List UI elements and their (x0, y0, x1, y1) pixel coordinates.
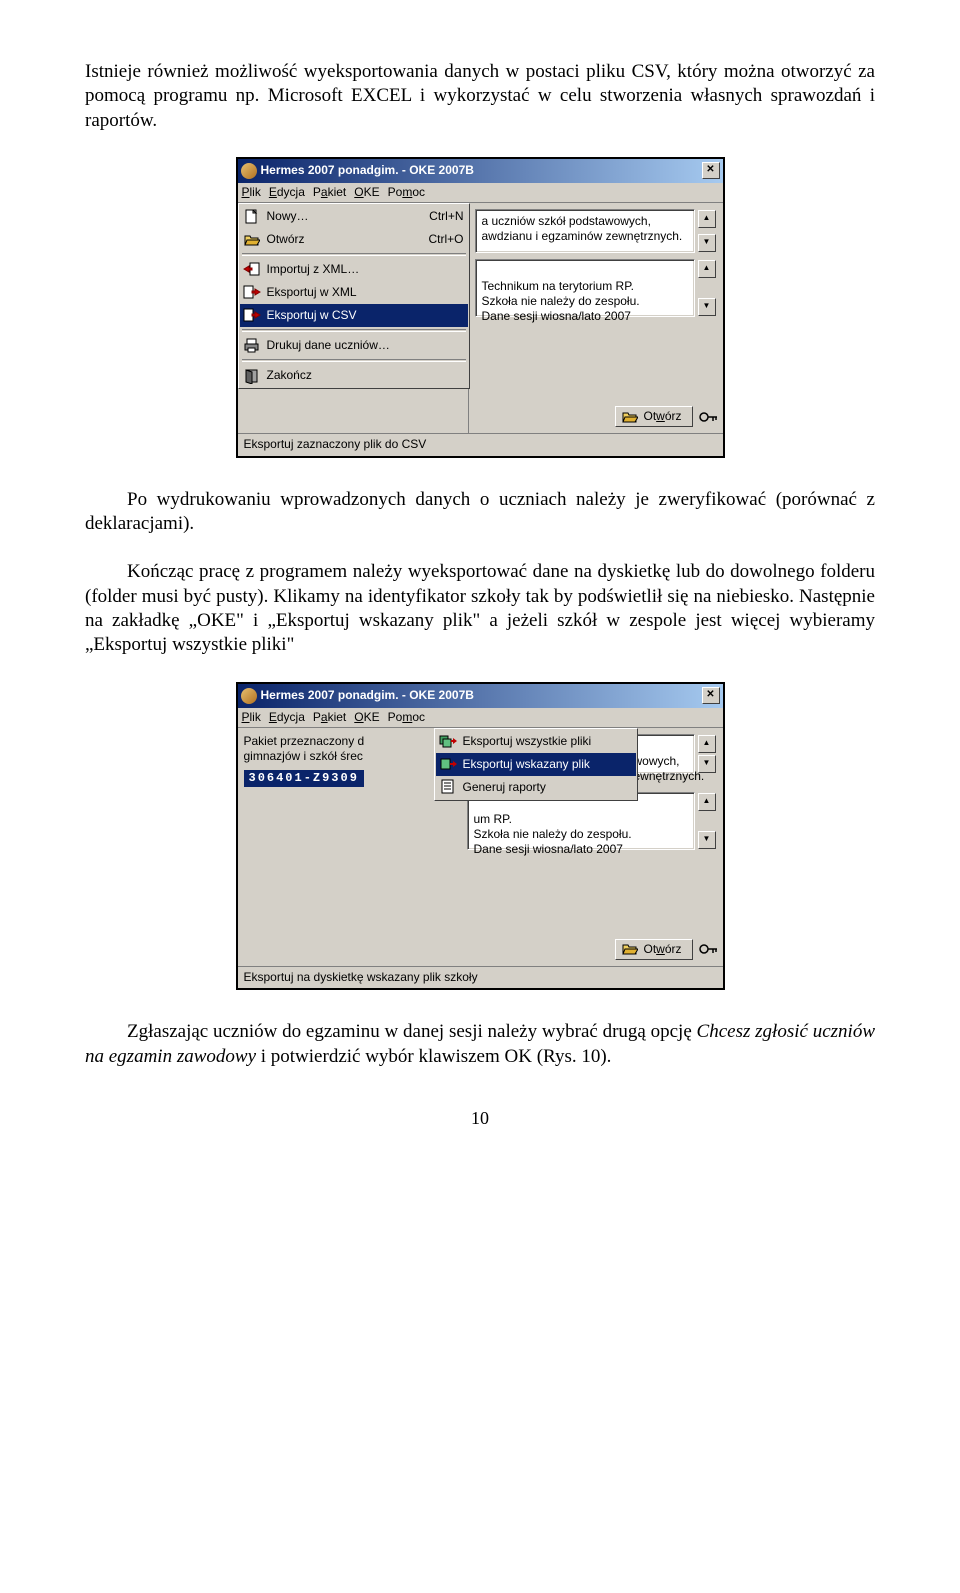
paragraph-2: Po wydrukowaniu wprowadzonych danych o u… (85, 488, 875, 537)
report-icon (439, 779, 457, 796)
page-number: 10 (85, 1107, 875, 1130)
menu-item-export-one[interactable]: Eksportuj wskazany plik (436, 753, 636, 776)
menu-separator (242, 253, 466, 256)
school-id-selected[interactable]: 306401-Z9309 (244, 770, 364, 787)
status-bar: Eksportuj zaznaczony plik do CSV (238, 433, 723, 455)
close-icon[interactable]: ✕ (702, 162, 720, 179)
titlebar: Hermes 2007 ponadgim. - OKE 2007B ✕ (238, 159, 723, 183)
print-icon (243, 337, 261, 354)
menu-item-open[interactable]: Otwórz Ctrl+O (240, 228, 468, 251)
status-bar: Eksportuj na dyskietkę wskazany plik szk… (238, 966, 723, 988)
paragraph-4: Zgłaszając uczniów do egzaminu w danej s… (85, 1020, 875, 1069)
export-one-icon (439, 756, 457, 773)
open-icon (243, 231, 261, 248)
window-title: Hermes 2007 ponadgim. - OKE 2007B (261, 688, 702, 703)
menu-edycja[interactable]: Edycja (269, 185, 305, 200)
exit-icon (243, 367, 261, 384)
scroll-up-icon[interactable]: ▲ (698, 210, 716, 228)
open-button[interactable]: Otwórz (615, 939, 692, 960)
info-text: um RP. Szkoła nie należy do zespołu. Dan… (474, 812, 632, 856)
menu-pomoc[interactable]: Pomoc (388, 185, 425, 200)
menu-item-label: Nowy… (267, 209, 424, 224)
menu-item-label: Drukuj dane uczniów… (267, 338, 464, 353)
open-icon (622, 410, 638, 424)
menu-plik[interactable]: Plik (242, 710, 261, 725)
import-xml-icon (243, 261, 261, 278)
file-dropdown-menu: Nowy… Ctrl+N Otwórz Ctrl+O Importuj z XM… (238, 203, 470, 389)
key-icon[interactable] (699, 409, 717, 425)
menu-oke[interactable]: OKE (354, 710, 379, 725)
key-icon[interactable] (699, 941, 717, 957)
export-all-icon (439, 733, 457, 750)
menu-item-label: Importuj z XML… (267, 262, 464, 277)
scroll-down-icon[interactable]: ▼ (698, 298, 716, 316)
menu-item-export-xml[interactable]: Eksportuj w XML (240, 281, 468, 304)
export-csv-icon (243, 307, 261, 324)
info-text: Technikum na terytorium RP. Szkoła nie n… (482, 279, 640, 323)
new-icon (243, 208, 261, 225)
screenshot-window-1: Hermes 2007 ponadgim. - OKE 2007B ✕ Plik… (236, 157, 725, 458)
menu-item-print[interactable]: Drukuj dane uczniów… (240, 334, 468, 357)
menu-pakiet[interactable]: Pakiet (313, 185, 346, 200)
info-text: wowych, ewnętrznych. (634, 754, 705, 783)
menubar: Plik Edycja Pakiet OKE Pomoc (238, 183, 723, 203)
menu-pomoc[interactable]: Pomoc (388, 710, 425, 725)
menu-item-hotkey: Ctrl+N (429, 209, 463, 224)
scroll-down-icon[interactable]: ▼ (698, 755, 716, 773)
menu-plik[interactable]: Plik (242, 185, 261, 200)
screenshot-window-2: Hermes 2007 ponadgim. - OKE 2007B ✕ Plik… (236, 682, 725, 991)
open-icon (622, 942, 638, 956)
menu-item-generate-reports[interactable]: Generuj raporty (436, 776, 636, 799)
scroll-up-icon[interactable]: ▲ (698, 260, 716, 278)
menu-item-exit[interactable]: Zakończ (240, 364, 468, 387)
menu-item-label: Eksportuj w CSV (267, 308, 464, 323)
menubar: Plik Edycja Pakiet OKE Pomoc (238, 708, 723, 728)
paragraph-3: Kończąc pracę z programem należy wyekspo… (85, 560, 875, 657)
menu-item-hotkey: Ctrl+O (428, 232, 463, 247)
info-text: a uczniów szkół podstawowych, awdzianu i… (482, 214, 683, 243)
menu-separator (242, 359, 466, 362)
menu-item-label: Generuj raporty (463, 780, 632, 795)
info-panel-top: a uczniów szkół podstawowych, awdzianu i… (475, 209, 695, 253)
menu-pakiet[interactable]: Pakiet (313, 710, 346, 725)
menu-oke[interactable]: OKE (354, 185, 379, 200)
menu-separator (242, 329, 466, 332)
menu-item-label: Eksportuj wszystkie pliki (463, 734, 632, 749)
app-icon (241, 163, 257, 179)
scroll-up-icon[interactable]: ▲ (698, 735, 716, 753)
oke-dropdown-menu: Eksportuj wszystkie pliki Eksportuj wska… (434, 728, 638, 801)
titlebar: Hermes 2007 ponadgim. - OKE 2007B ✕ (238, 684, 723, 708)
menu-item-import-xml[interactable]: Importuj z XML… (240, 258, 468, 281)
close-icon[interactable]: ✕ (702, 687, 720, 704)
button-label: Otwórz (643, 409, 681, 424)
button-label: Otwórz (643, 942, 681, 957)
menu-edycja[interactable]: Edycja (269, 710, 305, 725)
menu-item-export-csv[interactable]: Eksportuj w CSV (240, 304, 468, 327)
menu-item-label: Eksportuj wskazany plik (463, 757, 632, 772)
menu-item-export-all[interactable]: Eksportuj wszystkie pliki (436, 730, 636, 753)
info-panel-bottom: Technikum na terytorium RP. Szkoła nie n… (475, 259, 695, 317)
scroll-down-icon[interactable]: ▼ (698, 831, 716, 849)
scroll-down-icon[interactable]: ▼ (698, 234, 716, 252)
menu-item-label: Eksportuj w XML (267, 285, 464, 300)
menu-item-label: Otwórz (267, 232, 423, 247)
menu-item-label: Zakończ (267, 368, 464, 383)
app-icon (241, 688, 257, 704)
export-xml-icon (243, 284, 261, 301)
scroll-up-icon[interactable]: ▲ (698, 793, 716, 811)
paragraph-1: Istnieje również możliwość wyeksportowan… (85, 60, 875, 133)
info-text-left: Pakiet przeznaczony d gimnazjów i szkół … (244, 734, 434, 764)
menu-item-new[interactable]: Nowy… Ctrl+N (240, 205, 468, 228)
window-title: Hermes 2007 ponadgim. - OKE 2007B (261, 163, 702, 178)
open-button[interactable]: Otwórz (615, 406, 692, 427)
